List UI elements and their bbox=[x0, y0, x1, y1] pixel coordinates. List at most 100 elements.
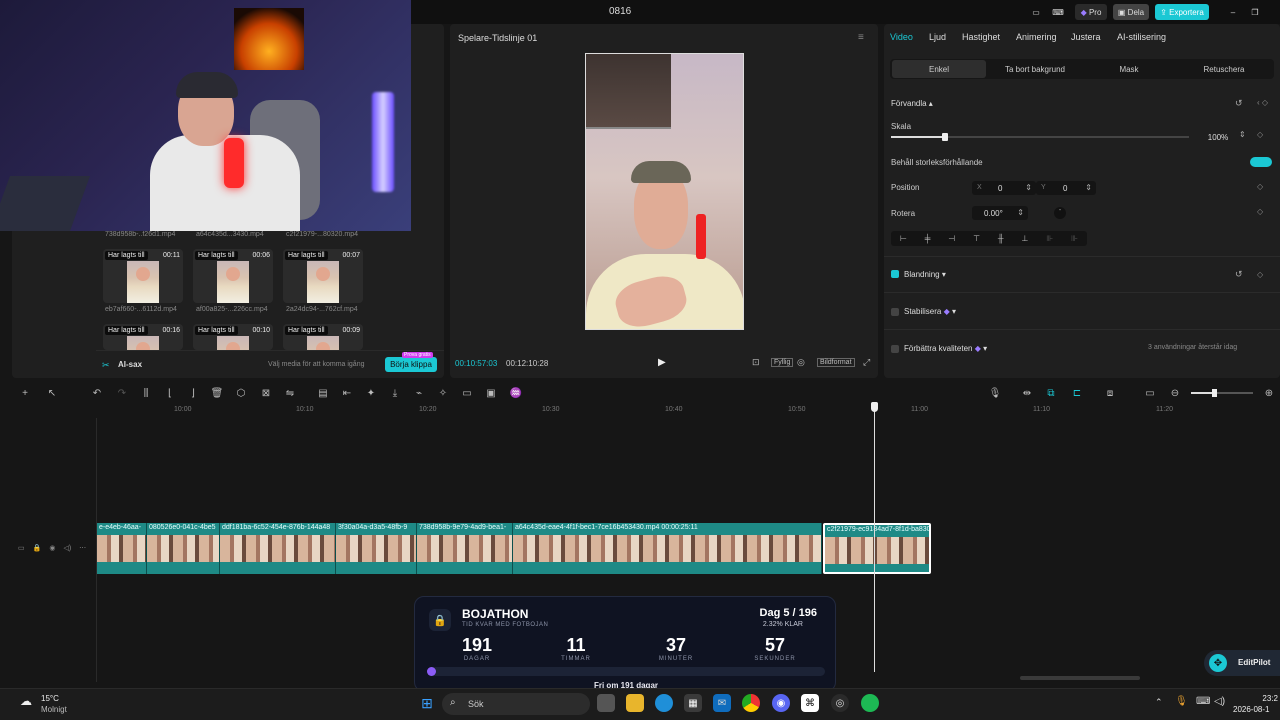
aspect-ratio-button[interactable]: Bildformat bbox=[817, 358, 855, 367]
weather-icon[interactable]: ☁ bbox=[20, 694, 32, 708]
tray-chevron-icon[interactable]: ⌃ bbox=[1155, 697, 1163, 708]
fullscreen-icon[interactable]: ⤢ bbox=[863, 357, 870, 368]
add-track-icon[interactable]: + bbox=[18, 386, 32, 400]
chrome-icon[interactable] bbox=[742, 694, 760, 712]
blend-label[interactable]: Blandning ▾ bbox=[904, 270, 946, 279]
player-menu-icon[interactable]: ≡ bbox=[858, 32, 864, 43]
timeline-scrollbar[interactable] bbox=[1020, 676, 1140, 680]
timeline-clip[interactable]: ddf181ba-6c52-454e-876b-144a48 bbox=[220, 523, 336, 574]
timeline-clip[interactable]: e-e4eb-46aa- bbox=[97, 523, 147, 574]
magic-icon[interactable]: ✦ bbox=[364, 386, 378, 400]
subtab-retouch[interactable]: Retuschera bbox=[1176, 60, 1272, 78]
blend-checkbox[interactable] bbox=[891, 270, 899, 278]
share-button[interactable]: ▣ Dela bbox=[1113, 4, 1149, 20]
align-left-icon[interactable]: ⊢ bbox=[900, 234, 907, 243]
reset-icon[interactable]: ↺ bbox=[1235, 98, 1243, 109]
editpilot-button[interactable]: ✥ EditPilot bbox=[1204, 650, 1280, 676]
tab-animation[interactable]: Animering bbox=[1016, 32, 1057, 42]
audio-wave-icon[interactable]: ♒ bbox=[509, 386, 523, 400]
export-button[interactable]: ⇪ Exportera bbox=[1155, 4, 1209, 20]
timeline-clip[interactable]: 3f30a04a-d3a5-48fb-9 bbox=[336, 523, 417, 574]
scale-slider-knob[interactable] bbox=[941, 133, 948, 141]
reverse-icon[interactable]: ⇤ bbox=[340, 386, 354, 400]
align-middle-icon[interactable]: ╫ bbox=[998, 234, 1004, 243]
scale-stepper-icon[interactable]: ⇕ bbox=[1239, 130, 1246, 139]
layout-icon[interactable]: ▭ bbox=[1028, 4, 1044, 20]
select-tool-icon[interactable]: ↖ bbox=[45, 386, 59, 400]
playhead-handle[interactable] bbox=[871, 402, 878, 412]
video-preview[interactable] bbox=[585, 53, 744, 330]
obs-icon[interactable]: ◎ bbox=[831, 694, 849, 712]
keyframe-icon[interactable]: ◇ bbox=[1257, 182, 1263, 191]
crop-icon[interactable]: ⊡ bbox=[752, 357, 760, 368]
discord-icon[interactable]: ◉ bbox=[772, 694, 790, 712]
enhance-label[interactable]: Förbättra kvaliteten ◆ ▾ bbox=[904, 344, 987, 353]
extract-icon[interactable]: ⤓ bbox=[388, 386, 402, 400]
mail-icon[interactable]: ✉ bbox=[713, 694, 731, 712]
play-button[interactable]: ▶ bbox=[658, 357, 666, 368]
position-x-field[interactable]: X 0 ⇕ bbox=[972, 181, 1036, 195]
clock-time[interactable]: 23:2 bbox=[1248, 694, 1278, 703]
subtab-remove-bg[interactable]: Ta bort bakgrund bbox=[988, 60, 1082, 78]
start-editing-button[interactable]: Börja klippa bbox=[385, 357, 437, 372]
snapshot-icon[interactable]: ◎ bbox=[797, 357, 805, 368]
volume-icon[interactable]: ◁) bbox=[63, 544, 71, 552]
store-icon[interactable]: ▦ bbox=[684, 694, 702, 712]
magnet-icon[interactable]: ⊏ bbox=[1070, 386, 1084, 400]
keyframe-icon[interactable]: ‹ ◇ bbox=[1257, 98, 1268, 107]
tab-speed[interactable]: Hastighet bbox=[962, 32, 1000, 42]
align-bottom-icon[interactable]: ⊥ bbox=[1021, 234, 1028, 243]
crop-tool-icon[interactable]: ⊠ bbox=[259, 386, 273, 400]
align-right-icon[interactable]: ⊣ bbox=[948, 234, 955, 243]
timeline-clip[interactable]: 738d958b-9e79-4ad9-bea1- bbox=[417, 523, 513, 574]
zoom-slider[interactable] bbox=[1191, 389, 1253, 397]
file-explorer-icon[interactable] bbox=[626, 694, 644, 712]
enhance-checkbox[interactable] bbox=[891, 345, 899, 353]
media-thumbnail[interactable]: Har lagts till 00:09 bbox=[283, 324, 363, 350]
marker-icon[interactable]: ⬡ bbox=[234, 386, 248, 400]
keyframe-icon[interactable]: ◇ bbox=[1257, 130, 1263, 139]
timeline-ruler[interactable]: 10:00 10:10 10:20 10:30 10:40 10:50 11:0… bbox=[96, 400, 1280, 418]
network-icon[interactable]: ⌨ bbox=[1196, 696, 1210, 707]
track-cover-icon[interactable]: ▭ bbox=[18, 544, 25, 552]
tab-audio[interactable]: Ljud bbox=[929, 32, 946, 42]
subtab-basic[interactable]: Enkel bbox=[892, 60, 986, 78]
stabilize-checkbox[interactable] bbox=[891, 308, 899, 316]
preview-axis-icon[interactable]: ⧈ bbox=[1103, 386, 1117, 400]
tab-ai-stylize[interactable]: AI-stilisering bbox=[1117, 32, 1166, 42]
zoom-out-icon[interactable]: ⊖ bbox=[1168, 386, 1182, 400]
align-top-icon[interactable]: ⊤ bbox=[973, 234, 980, 243]
snap-icon[interactable]: ⧉ bbox=[1044, 386, 1058, 400]
fit-icon[interactable]: ▭ bbox=[1143, 386, 1157, 400]
zoom-in-icon[interactable]: ⊕ bbox=[1262, 386, 1276, 400]
align-center-icon[interactable]: ╪ bbox=[925, 234, 931, 243]
scale-value[interactable]: 100% bbox=[1202, 130, 1234, 144]
clock-date[interactable]: 2026-08-1 bbox=[1233, 705, 1280, 714]
freeze-icon[interactable]: ▤ bbox=[316, 386, 330, 400]
tab-video[interactable]: Video bbox=[890, 32, 913, 42]
fill-button[interactable]: Fyllig bbox=[771, 358, 794, 367]
edge-icon[interactable] bbox=[655, 694, 673, 712]
visibility-icon[interactable]: ◉ bbox=[49, 544, 55, 552]
ai-effect-icon[interactable]: ✧ bbox=[436, 386, 450, 400]
media-thumbnail[interactable]: Har lagts till 00:16 bbox=[103, 324, 183, 350]
subtab-mask[interactable]: Mask bbox=[1082, 60, 1176, 78]
delete-icon[interactable]: 🗑 bbox=[210, 386, 224, 400]
maximize-icon[interactable]: ❐ bbox=[1248, 4, 1262, 20]
reset-icon[interactable]: ↺ bbox=[1235, 269, 1243, 280]
undo-icon[interactable]: ↶ bbox=[90, 386, 104, 400]
position-y-field[interactable]: Y 0 ⇕ bbox=[1036, 181, 1096, 195]
scale-slider[interactable] bbox=[891, 133, 1189, 141]
stabilize-label[interactable]: Stabilisera ◆ ▾ bbox=[904, 307, 956, 316]
speaker-icon[interactable]: ◁) bbox=[1214, 696, 1225, 707]
media-thumbnail[interactable]: Har lagts till 00:06 bbox=[193, 249, 273, 303]
search-box[interactable]: ⌕ Sök bbox=[442, 693, 590, 715]
mirror-icon[interactable]: ⇋ bbox=[283, 386, 297, 400]
shortcuts-icon[interactable]: ⌨ bbox=[1050, 4, 1066, 20]
media-thumbnail[interactable]: Har lagts till 00:07 bbox=[283, 249, 363, 303]
speed-icon[interactable]: ⌁ bbox=[412, 386, 426, 400]
tab-adjust[interactable]: Justera bbox=[1071, 32, 1101, 42]
timeline-clip[interactable]: 080526e0-041c-4be5 bbox=[147, 523, 220, 574]
media-thumbnail[interactable]: Har lagts till 00:11 bbox=[103, 249, 183, 303]
more-icon[interactable]: ⋯ bbox=[79, 544, 86, 552]
